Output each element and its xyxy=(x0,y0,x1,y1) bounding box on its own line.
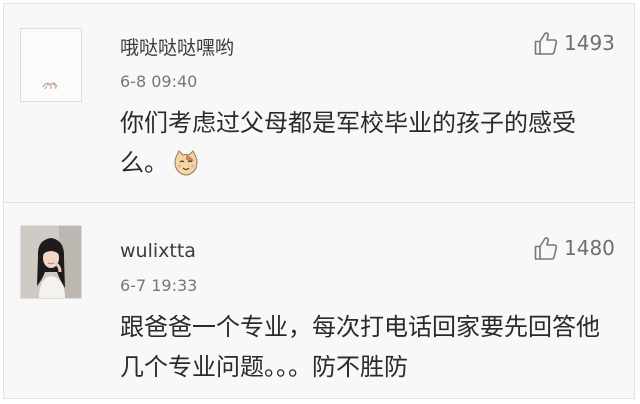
timestamp: 6-8 09:40 xyxy=(120,72,198,91)
like-count: 1493 xyxy=(564,31,615,55)
username[interactable]: 哦哒哒哒嘿哟 xyxy=(120,33,234,60)
thumbs-up-icon xyxy=(534,237,558,260)
avatar[interactable] xyxy=(20,225,82,299)
comment-item: wulixtta 6-7 19:33 1480 跟爸爸一个专业，每次打电话回家要… xyxy=(4,203,634,398)
comment-text: 跟爸爸一个专业，每次打电话回家要先回答他几个专业问题。。。防不胜防 xyxy=(120,313,600,381)
like-count: 1480 xyxy=(564,236,615,260)
timestamp: 6-7 19:33 xyxy=(120,276,198,295)
doodle-avatar-image xyxy=(42,82,58,90)
cat-face-icon xyxy=(172,149,200,177)
username[interactable]: wulixtta xyxy=(120,240,196,262)
like-button[interactable]: 1480 xyxy=(534,235,615,261)
comment-list: 哦哒哒哒嘿哟 6-8 09:40 1493 你们考虑过父母都是军校毕业的孩子的感… xyxy=(3,3,635,399)
comment-text: 你们考虑过父母都是军校毕业的孩子的感受么。 xyxy=(120,109,576,177)
avatar[interactable] xyxy=(20,28,82,102)
like-button[interactable]: 1493 xyxy=(534,30,615,56)
comment-item: 哦哒哒哒嘿哟 6-8 09:40 1493 你们考虑过父母都是军校毕业的孩子的感… xyxy=(4,4,634,202)
girl-photo-avatar-image xyxy=(21,226,81,298)
thumbs-up-icon xyxy=(534,32,558,55)
